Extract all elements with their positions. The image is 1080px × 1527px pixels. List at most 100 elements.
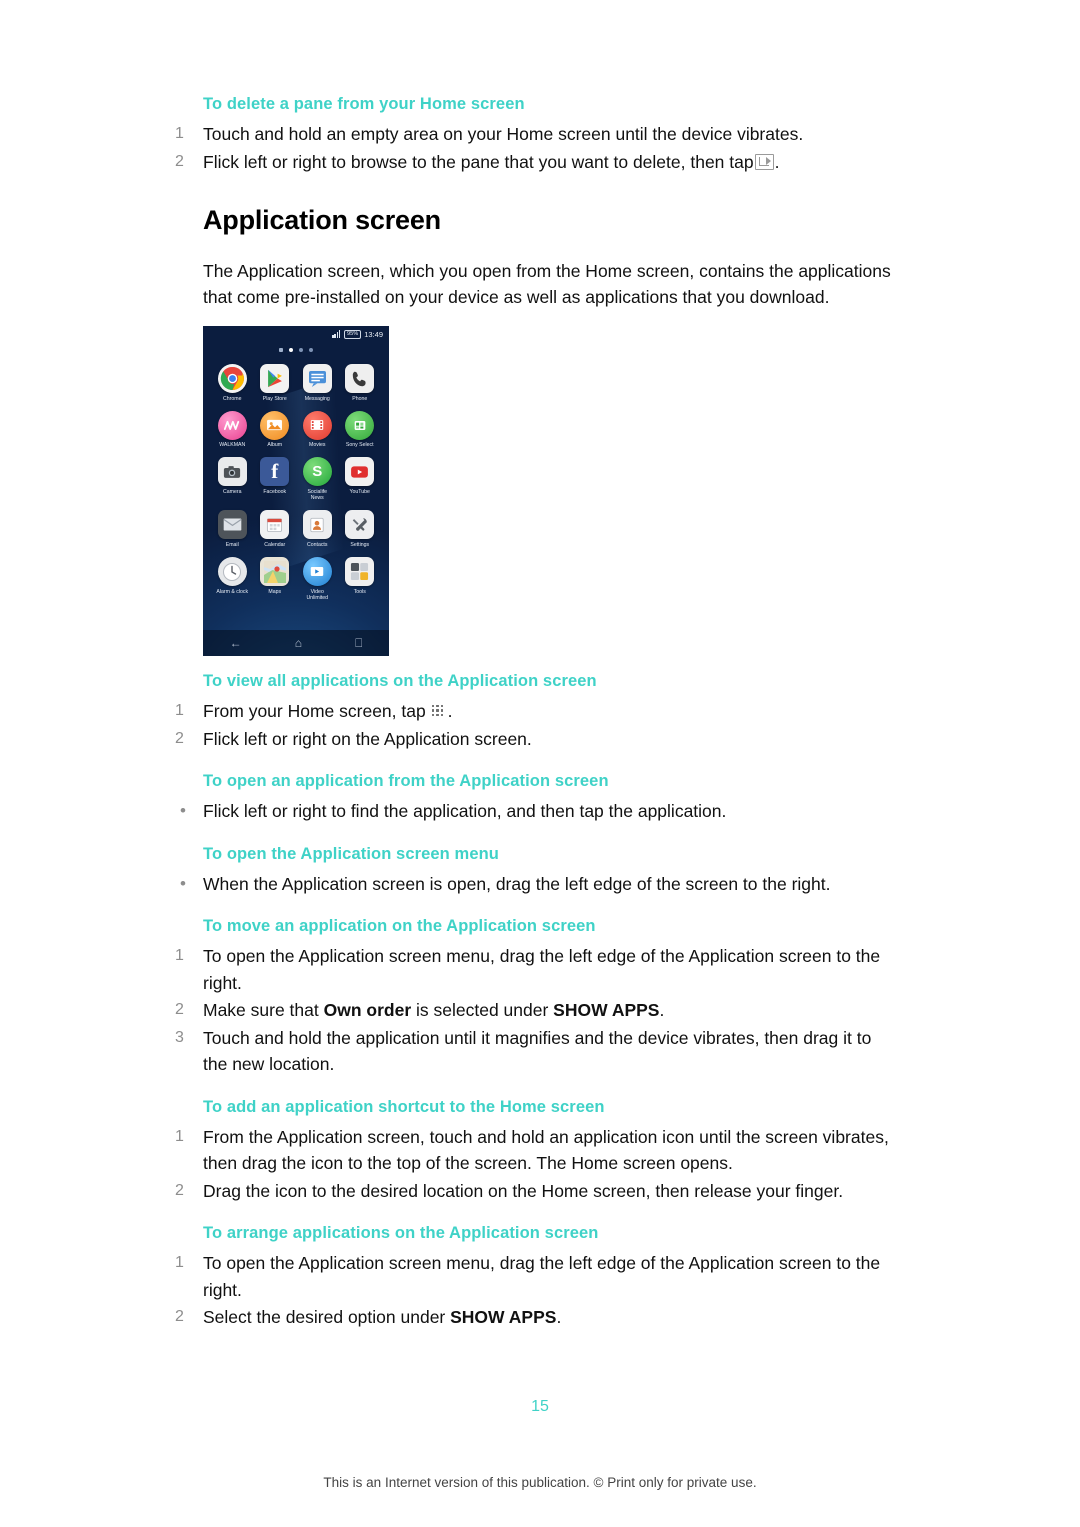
- procedure-delete-pane: To delete a pane from your Home screen 1…: [175, 95, 900, 175]
- app-item-play-store[interactable]: Play Store: [254, 364, 297, 402]
- page-indicator[interactable]: [203, 348, 389, 352]
- home-icon[interactable]: ⌂: [295, 636, 302, 650]
- list-item: 2 Select the desired option under SHOW A…: [175, 1304, 900, 1331]
- app-label: Settings: [350, 541, 370, 548]
- step-text: Drag the icon to the desired location on…: [203, 1180, 844, 1201]
- app-label: Movies: [309, 442, 326, 449]
- step-text-before: Make sure that: [203, 1000, 324, 1020]
- procedure-heading: To open an application from the Applicat…: [203, 772, 609, 790]
- app-item-contacts[interactable]: Contacts: [296, 510, 339, 548]
- page-indicator-dot: [299, 348, 303, 352]
- procedure-heading: To delete a pane from your Home screen: [203, 95, 525, 113]
- step-list: 1 To open the Application screen menu, d…: [175, 1250, 900, 1331]
- procedure-arrange-applications: To arrange applications on the Applicati…: [175, 1224, 900, 1331]
- album-icon: [260, 410, 290, 440]
- app-item-video-unlimited[interactable]: Video Unlimited: [296, 557, 339, 601]
- app-label: Sony Select: [345, 442, 374, 449]
- app-grid: Chrome Play Store Messaging Phone WALKMA…: [211, 364, 381, 601]
- app-item-alarm-clock[interactable]: Alarm & clock: [211, 557, 254, 601]
- page-title: Application screen: [203, 205, 441, 235]
- app-item-chrome[interactable]: Chrome: [211, 364, 254, 402]
- step-text: To open the Application screen menu, dra…: [203, 1253, 881, 1300]
- app-label: Album: [267, 442, 283, 449]
- procedure-heading: To move an application on the Applicatio…: [203, 917, 596, 935]
- status-bar: 95% 13:49: [203, 326, 389, 342]
- app-item-phone[interactable]: Phone: [339, 364, 382, 402]
- app-label: Contacts: [307, 541, 328, 548]
- settings-icon: [345, 510, 375, 540]
- page-indicator-dot-active: [289, 348, 293, 352]
- video-unlimited-icon: [302, 557, 332, 587]
- youtube-icon: [345, 457, 375, 487]
- list-item: 2 Flick left or right to browse to the p…: [175, 149, 900, 176]
- socialife-icon: S: [302, 457, 332, 487]
- bullet-text: When the Application screen is open, dra…: [203, 873, 831, 894]
- emphasis-show-apps: SHOW APPS: [553, 1000, 660, 1020]
- app-item-email[interactable]: Email: [211, 510, 254, 548]
- procedure-move-application: To move an application on the Applicatio…: [175, 917, 900, 1078]
- step-list: 1 From your Home screen, tap . 2 Flick l…: [175, 698, 900, 752]
- list-item: • When the Application screen is open, d…: [175, 871, 900, 898]
- app-item-youtube[interactable]: YouTube: [339, 457, 382, 501]
- page-content: To delete a pane from your Home screen 1…: [175, 95, 900, 1351]
- procedure-heading: To open the Application screen menu: [203, 844, 499, 863]
- app-label: Alarm & clock: [216, 588, 249, 595]
- app-label: Socialife News: [307, 488, 328, 502]
- list-item: 2 Make sure that Own order is selected u…: [175, 997, 900, 1024]
- app-label: Phone: [352, 395, 368, 402]
- procedure-open-application-screen-menu: To open the Application screen menu • Wh…: [175, 845, 900, 898]
- app-item-sony-select[interactable]: Sony Select: [339, 410, 382, 449]
- step-number: 2: [175, 1308, 184, 1325]
- bullet-list: • Flick left or right to find the applic…: [175, 798, 900, 825]
- app-item-camera[interactable]: Camera: [211, 457, 254, 501]
- app-item-movies[interactable]: Movies: [296, 410, 339, 449]
- app-label: Play Store: [262, 395, 287, 402]
- app-label: Calendar: [264, 541, 286, 548]
- step-number: 1: [175, 1127, 184, 1145]
- app-item-tools[interactable]: Tools: [339, 557, 382, 601]
- chrome-icon: [217, 364, 247, 393]
- step-number: 1: [175, 1254, 184, 1271]
- list-item: 2 Flick left or right on the Application…: [175, 726, 900, 753]
- step-number: 1: [175, 125, 184, 142]
- step-number: 2: [175, 729, 184, 747]
- contacts-icon: [302, 510, 332, 540]
- app-item-album[interactable]: Album: [254, 410, 297, 449]
- step-text-after: .: [659, 1000, 665, 1020]
- list-item: 1 From your Home screen, tap .: [175, 698, 900, 725]
- app-item-maps[interactable]: Maps: [254, 557, 297, 601]
- step-number: 2: [175, 152, 184, 170]
- phone-icon: [345, 364, 375, 393]
- step-text-suffix: .: [447, 701, 453, 721]
- step-text: From your Home screen, tap: [203, 701, 426, 721]
- bullet-list: • When the Application screen is open, d…: [175, 871, 900, 898]
- app-item-walkman[interactable]: WALKMAN: [211, 410, 254, 449]
- bullet-dot: •: [180, 873, 186, 893]
- walkman-icon: [217, 410, 247, 440]
- list-item: 1 Touch and hold an empty area on your H…: [175, 121, 900, 148]
- procedure-heading: To arrange applications on the Applicati…: [203, 1224, 599, 1242]
- app-item-calendar[interactable]: Calendar: [254, 510, 297, 548]
- maps-icon: [260, 557, 290, 587]
- tools-icon: [345, 557, 375, 587]
- procedure-heading: To view all applications on the Applicat…: [203, 672, 597, 690]
- app-label: Email: [225, 541, 239, 548]
- app-item-socialife[interactable]: S Socialife News: [296, 457, 339, 501]
- app-item-messaging[interactable]: Messaging: [296, 364, 339, 402]
- step-text-before: Select the desired option under: [203, 1307, 451, 1327]
- app-item-settings[interactable]: Settings: [339, 510, 382, 548]
- apps-grid-icon: [431, 704, 447, 719]
- step-number: 2: [175, 1001, 184, 1018]
- app-item-facebook[interactable]: f Facebook: [254, 457, 297, 501]
- step-text-after: .: [556, 1307, 562, 1327]
- page-indicator-dot: [279, 348, 283, 352]
- back-icon[interactable]: ←: [230, 636, 242, 650]
- messaging-icon: [302, 364, 332, 393]
- page-indicator-dot: [309, 348, 313, 352]
- footer-note: This is an Internet version of this publ…: [323, 1475, 757, 1490]
- step-text: Touch and hold the application until it …: [203, 1027, 872, 1075]
- recents-icon[interactable]: ⎕: [355, 636, 362, 651]
- step-list: 1 Touch and hold an empty area on your H…: [175, 121, 900, 175]
- app-label: Camera: [223, 488, 242, 495]
- battery-percent: 95%: [344, 329, 362, 339]
